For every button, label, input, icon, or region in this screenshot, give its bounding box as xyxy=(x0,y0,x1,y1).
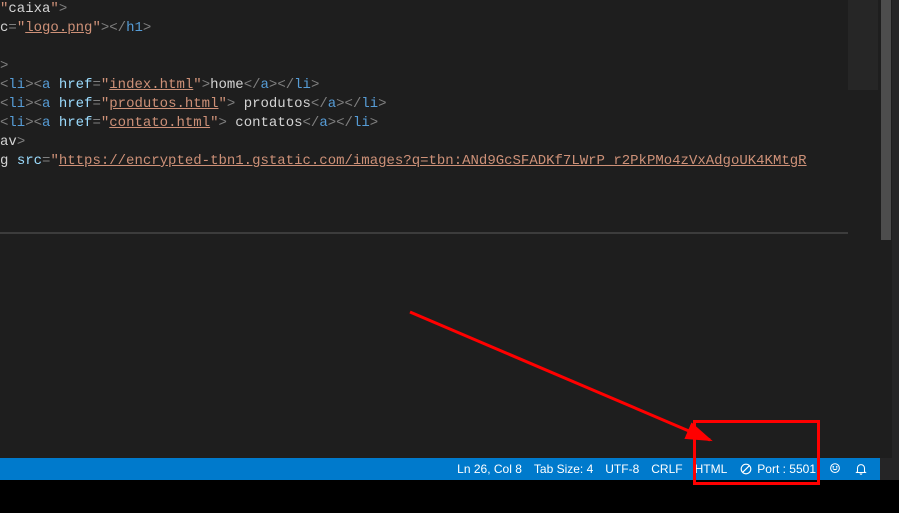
minimap-viewport[interactable] xyxy=(848,0,878,90)
feedback-icon xyxy=(828,462,842,476)
code-line xyxy=(0,38,848,57)
bell-icon xyxy=(854,462,868,476)
scrollbar-thumb[interactable] xyxy=(881,0,891,240)
code-line: "caixa"> xyxy=(0,0,848,19)
bottom-panel xyxy=(0,234,848,458)
status-feedback[interactable] xyxy=(822,458,848,480)
code-area[interactable]: "caixa"> c="logo.png"></h1> > <li><a hre… xyxy=(0,0,848,232)
status-language-mode[interactable]: HTML xyxy=(689,458,734,480)
below-statusbar-area xyxy=(0,480,899,513)
vertical-scrollbar[interactable] xyxy=(878,0,892,458)
code-line: > xyxy=(0,57,848,76)
status-indentation[interactable]: Tab Size: 4 xyxy=(528,458,599,480)
statusbar-right-gap xyxy=(880,458,899,480)
code-line: av> xyxy=(0,133,848,152)
status-cursor-position[interactable]: Ln 26, Col 8 xyxy=(451,458,528,480)
status-encoding[interactable]: UTF-8 xyxy=(599,458,645,480)
status-live-server-port[interactable]: Port : 5501 xyxy=(733,458,822,480)
editor-pane: "caixa"> c="logo.png"></h1> > <li><a hre… xyxy=(0,0,848,458)
status-eol[interactable]: CRLF xyxy=(645,458,688,480)
code-line: c="logo.png"></h1> xyxy=(0,19,848,38)
code-line: g src="https://encrypted-tbn1.gstatic.co… xyxy=(0,152,848,171)
status-notifications[interactable] xyxy=(848,458,874,480)
minimap[interactable] xyxy=(848,0,878,458)
code-line: <li><a href="contato.html"> contatos</a>… xyxy=(0,114,848,133)
code-line: <li><a href="index.html">home</a></li> xyxy=(0,76,848,95)
code-line: <li><a href="produtos.html"> produtos</a… xyxy=(0,95,848,114)
status-bar: Ln 26, Col 8 Tab Size: 4 UTF-8 CRLF HTML… xyxy=(0,458,880,480)
prohibit-icon xyxy=(739,462,753,476)
vscode-window: "caixa"> c="logo.png"></h1> > <li><a hre… xyxy=(0,0,899,513)
right-edge-strip xyxy=(892,0,899,458)
